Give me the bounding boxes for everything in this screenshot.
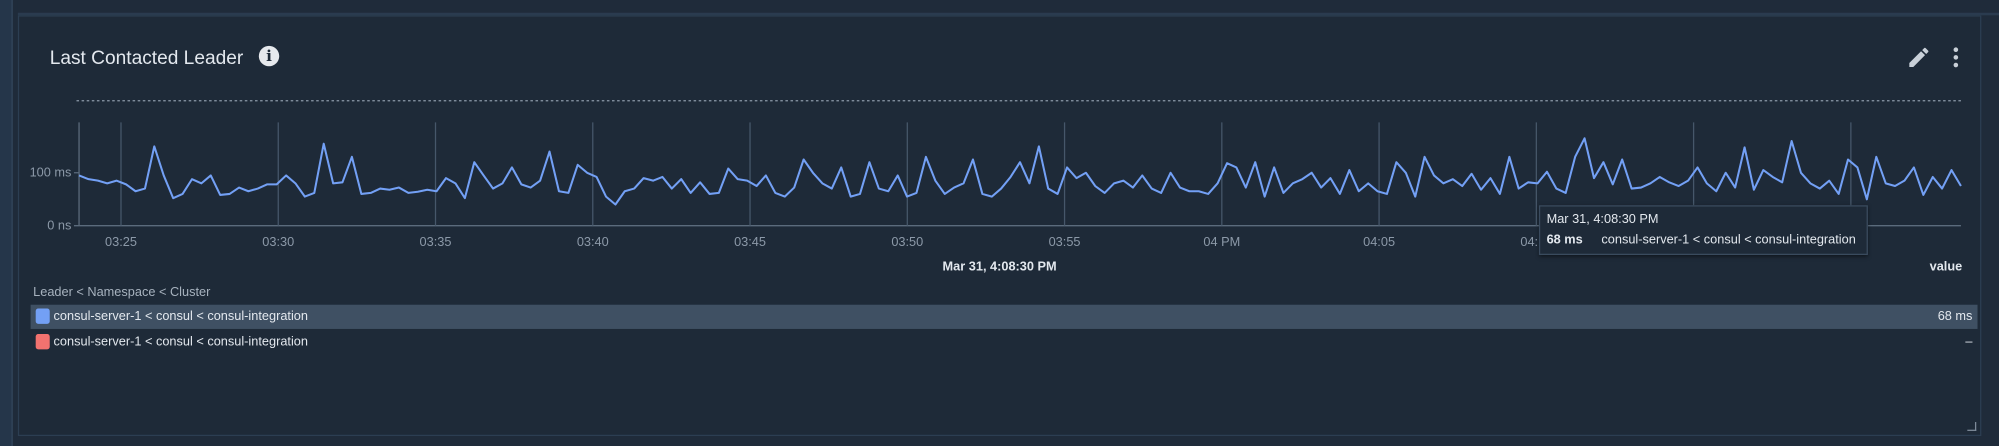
legend-value-header[interactable]: value xyxy=(1930,260,1963,274)
x-tick-label: 03:50 xyxy=(891,234,923,249)
x-tick-label: 03:55 xyxy=(1049,234,1081,249)
previous-panel-edge xyxy=(17,0,1999,16)
x-tick-label: 03:30 xyxy=(262,234,294,249)
series-swatch xyxy=(35,334,50,350)
tooltip-value: 68 ms xyxy=(1546,233,1583,248)
resize-handle[interactable] xyxy=(1967,422,1977,431)
panel-last-contacted-leader: Last Contacted Leader i 03:25 03:30 03:35 0… xyxy=(17,15,1982,437)
x-tick-label: 03:25 xyxy=(105,234,137,249)
legend-row[interactable]: consul-server-1 < consul < consul-integr… xyxy=(31,330,1978,354)
tooltip-series: consul-server-1 < consul < consul-integr… xyxy=(1601,233,1856,248)
x-tick-label: 04 PM xyxy=(1203,234,1240,249)
series-swatch xyxy=(35,308,50,324)
legend-row-value: 68 ms xyxy=(1937,309,1973,324)
legend-row-label: consul-server-1 < consul < consul-integr… xyxy=(53,335,308,350)
legend-row-label: consul-server-1 < consul < consul-integr… xyxy=(53,309,308,324)
x-tick-label: 03:35 xyxy=(420,234,452,249)
legend-row[interactable]: consul-server-1 < consul < consul-integr… xyxy=(30,304,1978,329)
y-tick-label: 100 ms xyxy=(30,165,72,180)
legend-row-value: – xyxy=(1965,335,1973,350)
x-axis-hover-label: Mar 31, 4:08:30 PM xyxy=(942,260,1057,275)
series-line xyxy=(78,137,1962,206)
x-tick-label: 03:45 xyxy=(734,234,766,249)
dashboard: Last Contacted Leader i 03:25 03:30 03:35 0… xyxy=(0,0,1999,446)
tooltip-time: Mar 31, 4:08:30 PM xyxy=(1546,212,1659,227)
x-tick-label: 03:40 xyxy=(577,234,609,249)
y-tick-label: 0 ns xyxy=(47,218,71,233)
x-tick-label: 04:05 xyxy=(1363,234,1395,249)
chart-tooltip: Mar 31, 4:08:30 PM 68 ms consul-server-1… xyxy=(1538,205,1868,255)
legend-header: Leader < Namespace < Cluster xyxy=(33,285,211,300)
